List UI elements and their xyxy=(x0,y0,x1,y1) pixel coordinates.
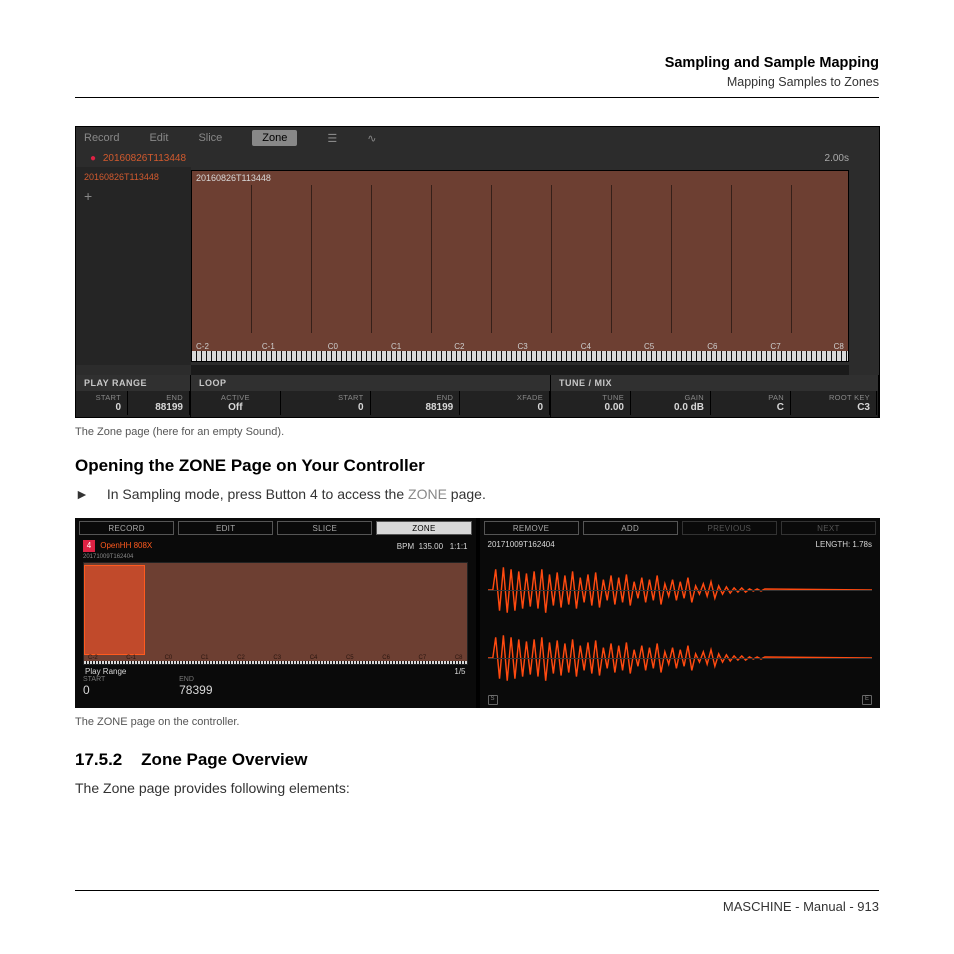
end-marker[interactable]: E xyxy=(862,695,872,705)
controller-right-tabs: REMOVE ADD PREVIOUS NEXT xyxy=(480,518,881,538)
rootkey-field[interactable]: ROOT KEY C3 xyxy=(791,391,877,415)
tab-record[interactable]: Record xyxy=(84,132,119,144)
zone-map[interactable]: 20160826T113448 C-2 C-1 C0 C1 C2 C3 C4 C… xyxy=(191,170,849,362)
instruction-step: ► In Sampling mode, press Button 4 to ac… xyxy=(75,486,879,502)
zone-page-reference: ZONE xyxy=(408,486,447,502)
ctl-tab-zone[interactable]: ZONE xyxy=(376,521,471,535)
ctl-prev-button[interactable]: PREVIOUS xyxy=(682,521,777,535)
section-subtitle: Mapping Samples to Zones xyxy=(75,75,879,89)
tune-field[interactable]: TUNE 0.00 xyxy=(551,391,631,415)
software-tab-bar: Record Edit Slice Zone ☰ ∿ xyxy=(76,127,879,149)
ctl-tab-edit[interactable]: EDIT xyxy=(178,521,273,535)
sample-list-item[interactable]: 20160826T113448 xyxy=(84,172,183,182)
ctl-add-button[interactable]: ADD xyxy=(583,521,678,535)
loop-xfade[interactable]: XFADE 0 xyxy=(460,391,550,415)
zone-main-area: 20160826T113448 + 20160826T113448 C-2 C-… xyxy=(76,167,879,365)
start-marker[interactable]: S xyxy=(488,695,498,705)
ctl-right-timestamp: 20171009T162404 xyxy=(488,540,555,549)
chapter-title: Sampling and Sample Mapping xyxy=(75,55,879,71)
horizontal-scrollbar[interactable] xyxy=(191,365,849,375)
ctl-tab-record[interactable]: RECORD xyxy=(79,521,174,535)
zone-map-grid xyxy=(192,185,848,333)
zone-map-sample-label: 20160826T113448 xyxy=(196,173,271,183)
ctl-remove-button[interactable]: REMOVE xyxy=(484,521,579,535)
page-footer: MASCHINE - Manual - 913 xyxy=(75,890,879,914)
figure-caption-1: The Zone page (here for an empty Sound). xyxy=(75,426,879,438)
play-range-start[interactable]: START 0 xyxy=(76,391,128,415)
waveform-icon[interactable]: ∿ xyxy=(367,132,376,145)
bpm-display: BPM 135.00 1:1:1 xyxy=(397,542,468,551)
loop-end[interactable]: END 88199 xyxy=(371,391,461,415)
sample-duration: 2.00s xyxy=(825,153,849,164)
step-text-pre: In Sampling mode, press Button 4 to acce… xyxy=(107,486,408,502)
play-range-label: Play Range xyxy=(85,667,126,676)
sample-length: LENGTH: 1.78s xyxy=(816,540,872,549)
tab-edit[interactable]: Edit xyxy=(149,132,168,144)
controller-zone-figure: RECORD EDIT SLICE ZONE 4 OpenHH 808X BPM… xyxy=(75,518,880,708)
tab-slice[interactable]: Slice xyxy=(198,132,222,144)
section-intro-text: The Zone page provides following element… xyxy=(75,780,879,796)
sample-list-sidebar: 20160826T113448 + xyxy=(76,167,191,365)
gain-field[interactable]: GAIN 0.0 dB xyxy=(631,391,711,415)
tab-zone[interactable]: Zone xyxy=(252,130,297,146)
controller-right-screen: REMOVE ADD PREVIOUS NEXT 20171009T162404… xyxy=(480,518,881,708)
play-range-header: PLAY RANGE xyxy=(76,375,190,391)
param-page: 1/5 xyxy=(454,667,465,676)
zone-block[interactable] xyxy=(84,565,145,655)
ctl-left-timestamp: 20171009T162404 xyxy=(75,554,476,560)
loop-active[interactable]: ACTIVE Off xyxy=(191,391,281,415)
ctl-tab-slice[interactable]: SLICE xyxy=(277,521,372,535)
play-icon[interactable]: ● xyxy=(90,153,96,164)
parameter-bar: PLAY RANGE START 0 END 88199 LOOP AC xyxy=(76,375,879,417)
keyboard-note-labels: C-2 C-1 C0 C1 C2 C3 C4 C5 C6 C7 C8 xyxy=(192,342,848,351)
page-number: 913 xyxy=(857,899,879,914)
section-heading-opening: Opening the ZONE Page on Your Controller xyxy=(75,456,879,476)
software-zone-figure: Record Edit Slice Zone ☰ ∿ ● 20160826T11… xyxy=(75,126,880,418)
tunemix-header: TUNE / MIX xyxy=(551,375,878,391)
list-view-icon[interactable]: ☰ xyxy=(327,132,337,145)
section-heading-17-5-2: 17.5.2 Zone Page Overview xyxy=(75,750,879,770)
ctl-start-field[interactable]: START 0 xyxy=(83,676,179,697)
controller-left-tabs: RECORD EDIT SLICE ZONE xyxy=(75,518,476,538)
step-arrow-icon: ► xyxy=(75,486,89,502)
loop-start[interactable]: START 0 xyxy=(281,391,371,415)
controller-left-screen: RECORD EDIT SLICE ZONE 4 OpenHH 808X BPM… xyxy=(75,518,476,708)
figure-caption-2: The ZONE page on the controller. xyxy=(75,716,879,728)
waveform-display[interactable]: S E xyxy=(480,551,881,713)
loop-header: LOOP xyxy=(191,375,550,391)
sound-name: 4 OpenHH 808X xyxy=(83,540,152,552)
add-sample-button[interactable]: + xyxy=(84,188,183,204)
ctl-next-button[interactable]: NEXT xyxy=(781,521,876,535)
piano-keys-icon[interactable] xyxy=(192,351,848,361)
controller-zone-map[interactable]: C-2 C-1 C0 C1 C2 C3 C4 C5 C6 C7 C8 xyxy=(83,562,468,665)
current-sample-id: ● 20160826T113448 xyxy=(90,153,186,164)
info-bar: ● 20160826T113448 2.00s xyxy=(76,149,879,167)
pad-number-icon: 4 xyxy=(83,540,95,552)
ctl-end-field[interactable]: END 78399 xyxy=(179,676,275,697)
step-text-post: page. xyxy=(447,486,486,502)
page-header: Sampling and Sample Mapping Mapping Samp… xyxy=(75,55,879,98)
ctl-piano-icon xyxy=(84,661,467,664)
play-range-end[interactable]: END 88199 xyxy=(128,391,190,415)
pan-field[interactable]: PAN C xyxy=(711,391,791,415)
